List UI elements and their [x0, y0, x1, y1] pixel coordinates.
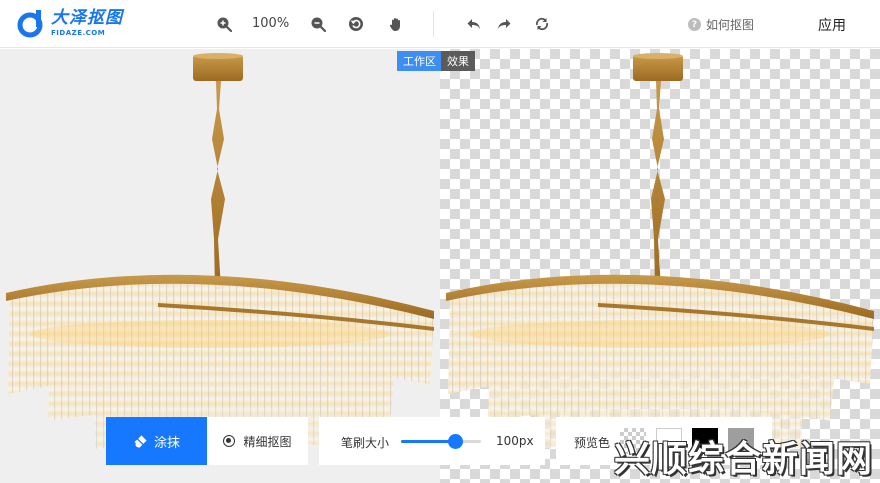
reset-button[interactable]	[346, 14, 366, 34]
logo-icon	[17, 10, 43, 38]
toolbar-divider	[433, 11, 434, 37]
rotate-reset-icon	[349, 17, 363, 31]
refresh-icon	[535, 17, 549, 31]
top-toolbar: 大泽抠图 FIDAZE.COM 100% ? 如何抠图 应用	[0, 0, 880, 48]
radio-icon	[223, 435, 236, 447]
help-label: 如何抠图	[706, 18, 755, 32]
apply-button[interactable]: 应用	[818, 15, 846, 35]
question-icon: ?	[688, 18, 701, 31]
undo-icon	[467, 19, 480, 29]
app-logo[interactable]: 大泽抠图 FIDAZE.COM	[16, 8, 123, 38]
zoom-level: 100%	[252, 16, 290, 31]
brush-size-fill	[401, 440, 455, 443]
redo-button[interactable]	[494, 14, 514, 34]
logo-domain: FIDAZE.COM	[51, 28, 106, 37]
pan-button[interactable]	[386, 14, 406, 34]
tab-work-area[interactable]: 工作区	[397, 51, 442, 71]
zoom-out-button[interactable]	[308, 14, 328, 34]
smear-button[interactable]: 涂抹	[106, 417, 207, 465]
refresh-button[interactable]	[532, 14, 552, 34]
undo-button[interactable]	[464, 14, 484, 34]
fine-cutout-button[interactable]: 精细抠图	[207, 417, 308, 465]
preview-color-label: 预览色	[574, 436, 611, 450]
tab-effect[interactable]: 效果	[441, 51, 475, 71]
redo-icon	[498, 19, 511, 29]
fine-cutout-label: 精细抠图	[243, 434, 292, 449]
smear-label: 涂抹	[153, 435, 180, 451]
brush-icon	[134, 434, 147, 448]
brush-size-slider[interactable]	[401, 434, 481, 449]
brush-size-label: 笔刷大小	[341, 436, 390, 450]
brush-size-value: 100px	[496, 434, 534, 448]
zoom-in-icon	[217, 17, 232, 32]
zoom-in-button[interactable]	[214, 14, 234, 34]
zoom-out-icon	[311, 17, 326, 32]
watermark: 兴顺综合新闻网	[614, 439, 874, 480]
brush-size-handle[interactable]	[447, 434, 463, 449]
brush-size-panel: 笔刷大小 100px	[319, 417, 545, 465]
help-link[interactable]: ? 如何抠图	[688, 16, 754, 33]
hand-icon	[389, 18, 400, 31]
logo-name: 大泽抠图	[51, 7, 123, 28]
